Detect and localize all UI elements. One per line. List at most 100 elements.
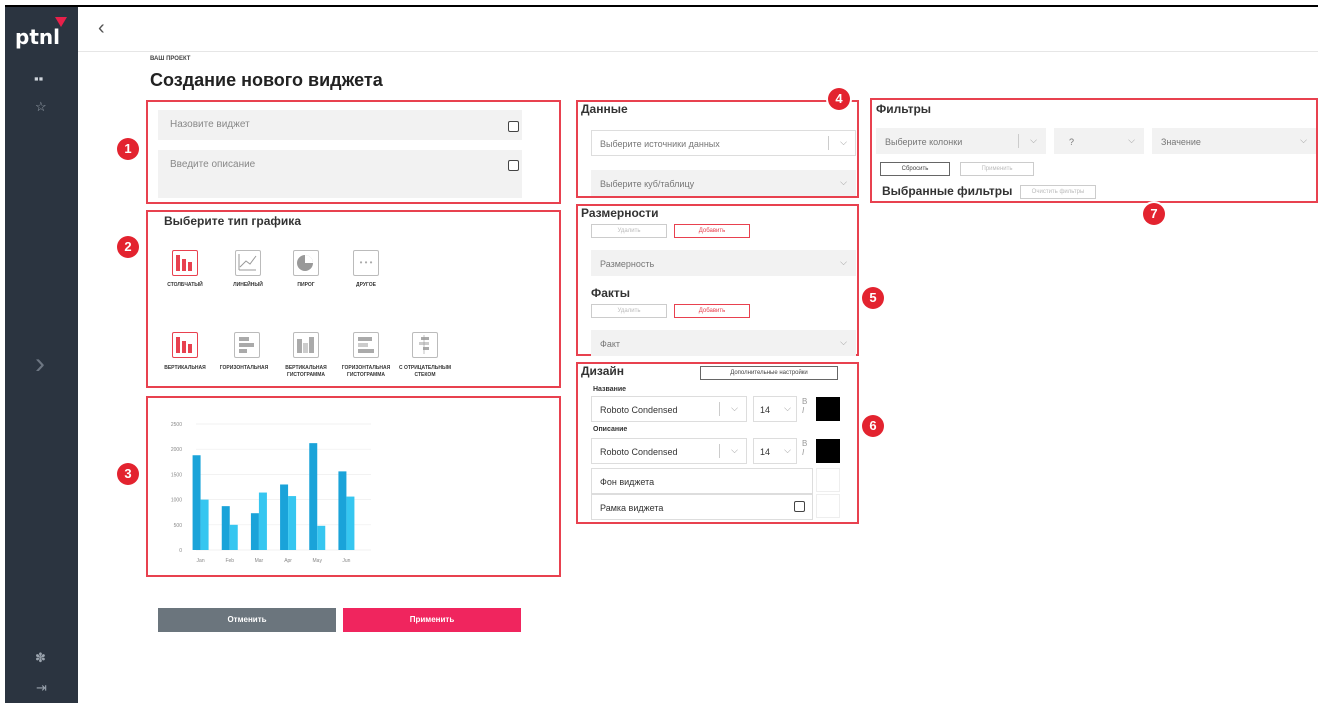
x-tick-label: Jan bbox=[197, 558, 205, 564]
filter-apply-button[interactable]: Применить bbox=[960, 162, 1034, 176]
apply-button[interactable]: Применить bbox=[343, 608, 521, 632]
app-logo[interactable]: ptnl bbox=[15, 25, 60, 49]
y-tick-label: 0 bbox=[179, 548, 182, 554]
name-italic-icon[interactable]: I bbox=[802, 407, 804, 415]
widget-description-input[interactable]: Введите описание bbox=[158, 150, 522, 198]
desc-font-value: Roboto Condensed bbox=[600, 447, 678, 457]
bar-Jun-2 bbox=[346, 496, 355, 550]
type-label-line: ЛИНЕЙНЫЙ bbox=[233, 282, 263, 288]
dimensions-title: Размерности bbox=[581, 206, 659, 220]
desc-bold-icon[interactable]: B bbox=[802, 440, 807, 448]
bar-Feb-2 bbox=[229, 524, 238, 550]
chevron-down-icon: ⌵ bbox=[1300, 135, 1307, 145]
clear-filters-button[interactable]: Очистить фильтры bbox=[1020, 185, 1096, 199]
desc-style-label: Описание bbox=[593, 426, 628, 433]
chevron-down-icon: ⌵ bbox=[840, 137, 847, 147]
back-chevron-icon[interactable]: ‹ bbox=[98, 17, 105, 40]
widget-border-field[interactable]: Рамка виджета bbox=[591, 494, 813, 520]
border-checkbox[interactable] bbox=[794, 501, 805, 512]
chevron-down-icon: ⌵ bbox=[840, 257, 847, 267]
fact-select[interactable]: Факт ⌵ bbox=[591, 330, 856, 356]
desc-color-swatch[interactable] bbox=[816, 439, 840, 463]
line-chart-icon[interactable] bbox=[235, 250, 261, 276]
y-tick-label: 2500 bbox=[171, 422, 182, 428]
name-color-swatch[interactable] bbox=[816, 397, 840, 421]
pie-chart-icon[interactable] bbox=[293, 250, 319, 276]
filter-value-select[interactable]: Значение ⌵ bbox=[1152, 128, 1316, 154]
x-tick-label: Jun bbox=[342, 558, 350, 564]
facts-title: Факты bbox=[591, 286, 631, 300]
vertical-bar-icon[interactable] bbox=[172, 332, 198, 358]
negative-stack-icon[interactable] bbox=[412, 332, 438, 358]
bar-Jan-1 bbox=[192, 455, 201, 550]
subtype-label-vertical-histogram: ВЕРТИКАЛЬНАЯ ГИСТОГРАММА bbox=[285, 365, 327, 378]
page-title: Создание нового виджета bbox=[150, 70, 383, 90]
dimensions-facts-section: Размерности Удалить Добавить Размерность… bbox=[576, 204, 859, 356]
x-tick-label: Feb bbox=[225, 558, 234, 564]
filters-section: Фильтры Выберите колонки ⌵ ? ⌵ Значение … bbox=[870, 98, 1318, 203]
background-color-swatch[interactable] bbox=[816, 468, 840, 492]
chevron-down-icon: ⌵ bbox=[784, 403, 791, 413]
subtype-label-horizontal-histogram: ГОРИЗОНТАЛЬНАЯ ГИСТОГРАММА bbox=[341, 365, 391, 378]
filter-operator-placeholder: ? bbox=[1069, 137, 1075, 147]
logout-icon[interactable]: ⇥ bbox=[36, 680, 47, 696]
expand-chevron-icon[interactable]: › bbox=[35, 347, 45, 381]
type-label-other: ДРУГОЕ bbox=[356, 282, 376, 288]
data-source-placeholder: Выберите источники данных bbox=[600, 139, 720, 149]
settings-icon[interactable]: ✽ bbox=[35, 650, 46, 666]
desc-italic-icon[interactable]: I bbox=[802, 449, 804, 457]
chart-type-title: Выберите тип графика bbox=[164, 214, 301, 228]
y-tick-label: 1500 bbox=[171, 472, 182, 478]
fact-delete-button[interactable]: Удалить bbox=[591, 304, 667, 318]
dashboard-icon[interactable]: ▪▪ bbox=[34, 71, 43, 86]
desc-size-select[interactable]: 14 ⌵ bbox=[753, 438, 797, 464]
cancel-button[interactable]: Отменить bbox=[158, 608, 336, 632]
name-font-select[interactable]: Roboto Condensed ⌵ bbox=[591, 396, 747, 422]
name-size-select[interactable]: 14 ⌵ bbox=[753, 396, 797, 422]
selected-filters-title: Выбранные фильтры bbox=[882, 184, 1013, 198]
extra-settings-button[interactable]: Дополнительные настройки bbox=[700, 366, 838, 380]
preview-bar-chart: 0 500 1000 1500 2000 2500 Jan Feb Mar Apr May Jun bbox=[171, 422, 371, 564]
filter-reset-button[interactable]: Сбросить bbox=[880, 162, 950, 176]
desc-font-select[interactable]: Roboto Condensed ⌵ bbox=[591, 438, 747, 464]
fact-add-button[interactable]: Добавить bbox=[674, 304, 750, 318]
filter-column-placeholder: Выберите колонки bbox=[885, 137, 963, 147]
border-color-swatch[interactable] bbox=[816, 494, 840, 518]
cube-table-select[interactable]: Выберите куб/таблицу ⌵ bbox=[591, 170, 856, 196]
widget-name-input[interactable]: Назовите виджет bbox=[158, 110, 522, 140]
subtype-label-horizontal: ГОРИЗОНТАЛЬНАЯ bbox=[219, 365, 269, 371]
widget-background-label: Фон виджета bbox=[600, 477, 655, 487]
name-checkbox[interactable] bbox=[508, 121, 519, 132]
description-checkbox[interactable] bbox=[508, 160, 519, 171]
filter-value-placeholder: Значение bbox=[1161, 137, 1201, 147]
x-tick-label: May bbox=[313, 558, 323, 564]
more-icon[interactable]: • • • bbox=[353, 250, 379, 276]
bar-chart-icon[interactable] bbox=[172, 250, 198, 276]
chevron-down-icon: ⌵ bbox=[1128, 135, 1135, 145]
breadcrumb[interactable]: ВАШ ПРОЕКТ bbox=[150, 56, 190, 62]
widget-background-field[interactable]: Фон виджета bbox=[591, 468, 813, 494]
data-section: Данные Выберите источники данных ⌵ Выбер… bbox=[576, 100, 859, 198]
filter-column-select[interactable]: Выберите колонки ⌵ bbox=[876, 128, 1046, 154]
subtype-label-negative-stack: С ОТРИЦАТЕЛЬНЫМ СТЕКОМ bbox=[398, 365, 452, 378]
horizontal-histogram-icon[interactable] bbox=[353, 332, 379, 358]
y-tick-label: 2000 bbox=[171, 447, 182, 453]
name-bold-icon[interactable]: B bbox=[802, 398, 807, 406]
select-separator bbox=[719, 402, 720, 416]
dimension-delete-button[interactable]: Удалить bbox=[591, 224, 667, 238]
bar-May-2 bbox=[317, 525, 326, 550]
badge-3: 3 bbox=[117, 463, 139, 485]
dimension-add-button[interactable]: Добавить bbox=[674, 224, 750, 238]
chevron-down-icon: ⌵ bbox=[1030, 135, 1037, 145]
desc-size-value: 14 bbox=[760, 447, 771, 457]
filter-operator-select[interactable]: ? ⌵ bbox=[1054, 128, 1144, 154]
dimension-select[interactable]: Размерность ⌵ bbox=[591, 250, 856, 276]
vertical-histogram-icon[interactable] bbox=[293, 332, 319, 358]
logo-mark-icon bbox=[55, 17, 67, 27]
data-source-select[interactable]: Выберите источники данных ⌵ bbox=[591, 130, 856, 156]
horizontal-bar-icon[interactable] bbox=[234, 332, 260, 358]
sidebar: ptnl ▪▪ ☆ › ✽ ⇥ bbox=[5, 7, 78, 703]
bar-Mar-2 bbox=[258, 492, 267, 550]
star-icon[interactable]: ☆ bbox=[35, 99, 47, 115]
chevron-down-icon: ⌵ bbox=[840, 177, 847, 187]
